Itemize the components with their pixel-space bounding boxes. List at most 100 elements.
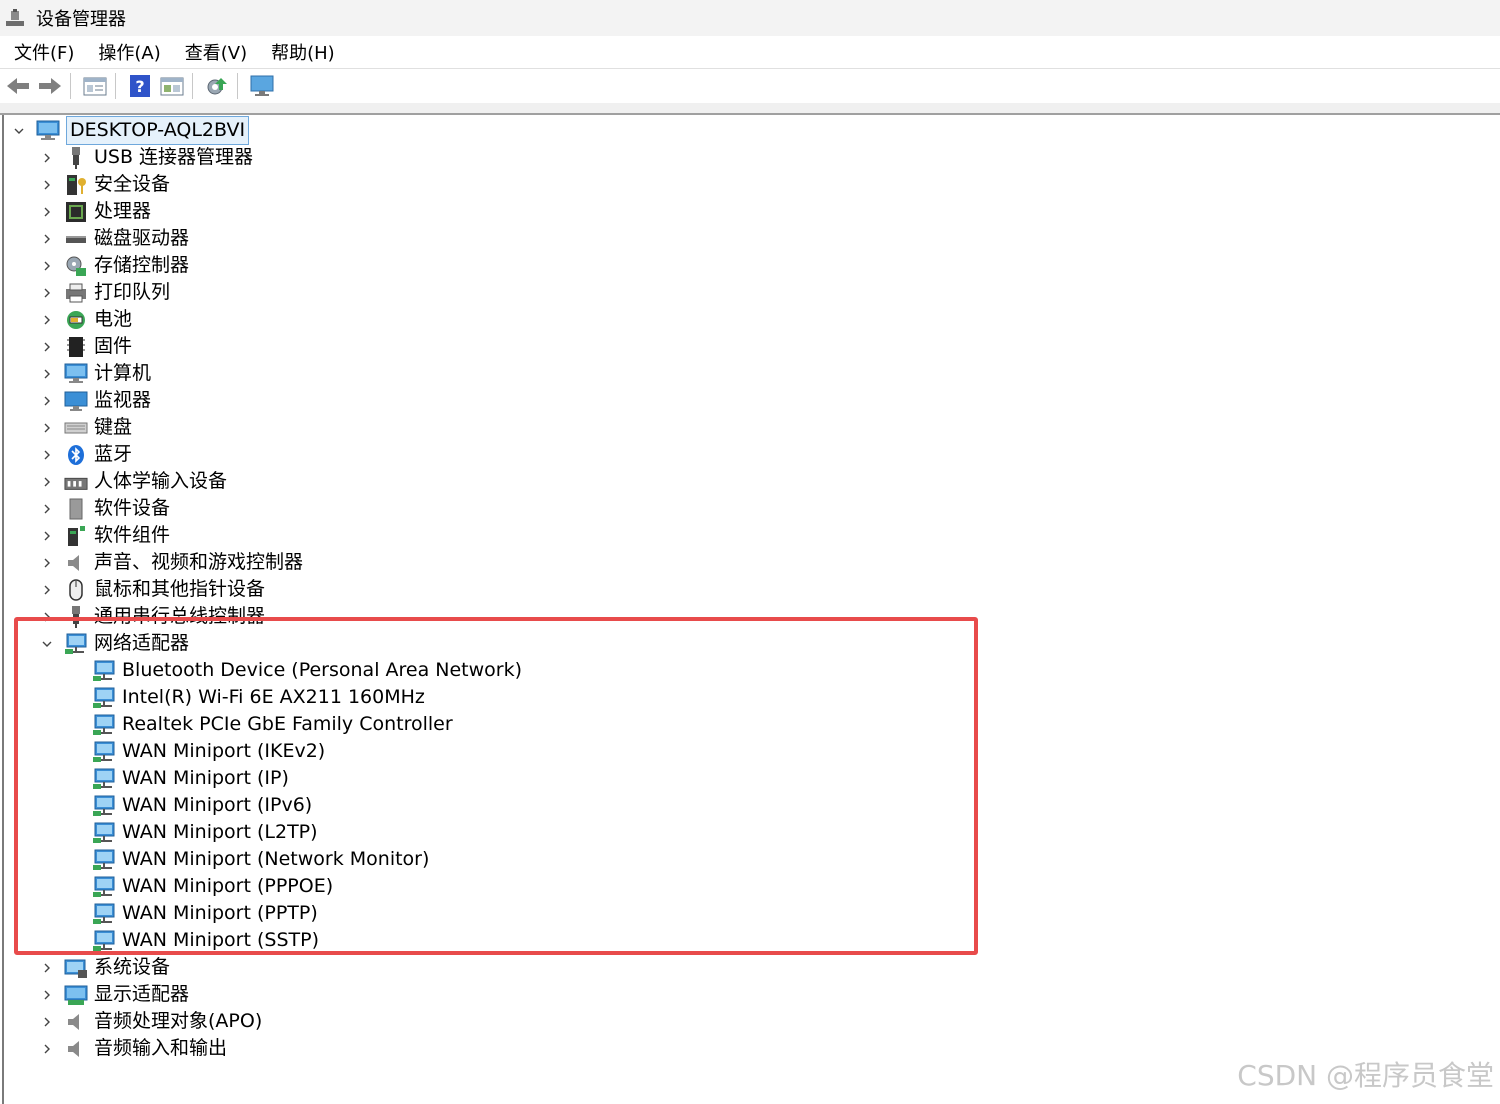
chevron-right-icon[interactable]: [38, 1040, 56, 1058]
category-computer[interactable]: 计算机: [38, 360, 151, 387]
chevron-right-icon[interactable]: [38, 149, 56, 167]
toolbar-divider: [0, 103, 1500, 115]
root-node-label: DESKTOP-AQL2BVI: [66, 116, 250, 145]
computer-icon: [64, 362, 88, 386]
category-monitor[interactable]: 监视器: [38, 387, 151, 414]
tree-item-label: 键盘: [94, 416, 133, 438]
chevron-right-icon[interactable]: [38, 527, 56, 545]
show-hide-button[interactable]: [158, 73, 186, 99]
category-software-device[interactable]: 软件设备: [38, 495, 170, 522]
category-sound[interactable]: 声音、视频和游戏控制器: [38, 549, 303, 576]
disk-drive-icon: [64, 227, 88, 251]
toolbar-separator: [192, 73, 193, 99]
menu-help[interactable]: 帮助(H): [271, 37, 335, 67]
mouse-icon: [64, 578, 88, 602]
chevron-right-icon[interactable]: [38, 581, 56, 599]
category-audio-apo[interactable]: 音频处理对象(APO): [38, 1008, 262, 1035]
chevron-right-icon[interactable]: [38, 230, 56, 248]
category-storage[interactable]: 存储控制器: [38, 252, 189, 279]
chevron-right-icon[interactable]: [38, 986, 56, 1004]
svg-text:?: ?: [135, 77, 144, 96]
forward-button[interactable]: [36, 73, 64, 99]
menu-view[interactable]: 查看(V): [185, 37, 247, 67]
help-button[interactable]: ?: [126, 73, 154, 99]
chevron-right-icon[interactable]: [38, 257, 56, 275]
software-device-icon: [64, 497, 88, 521]
tree-item-label: 电池: [94, 308, 133, 330]
window-title: 设备管理器: [36, 9, 126, 30]
tree-item-label: 声音、视频和游戏控制器: [94, 551, 304, 573]
tree-item-label: 人体学输入设备: [94, 470, 228, 492]
bluetooth-icon: [64, 443, 88, 467]
chevron-right-icon[interactable]: [38, 176, 56, 194]
tree-item-label: 蓝牙: [94, 443, 133, 465]
keyboard-icon: [64, 416, 88, 440]
toolbar-separator: [70, 73, 71, 99]
category-bluetooth[interactable]: 蓝牙: [38, 441, 132, 468]
chevron-right-icon[interactable]: [38, 554, 56, 572]
chevron-right-icon[interactable]: [38, 1013, 56, 1031]
category-battery[interactable]: 电池: [38, 306, 132, 333]
tree-item-label: 处理器: [94, 200, 152, 222]
show-hide-icon: [160, 77, 184, 96]
usb-icon: [64, 146, 88, 170]
tree-item-label: 软件组件: [94, 524, 171, 546]
category-security[interactable]: 安全设备: [38, 171, 170, 198]
tree-root-computer[interactable]: DESKTOP-AQL2BVI: [10, 116, 250, 145]
category-keyboard[interactable]: 键盘: [38, 414, 132, 441]
category-hid[interactable]: 人体学输入设备: [38, 468, 227, 495]
chevron-right-icon[interactable]: [38, 392, 56, 410]
menu-action[interactable]: 操作(A): [98, 37, 160, 67]
update-driver-icon: [207, 78, 227, 95]
menu-file[interactable]: 文件(F): [14, 37, 74, 67]
hid-icon: [64, 470, 88, 494]
menu-bar: 文件(F) 操作(A) 查看(V) 帮助(H): [0, 36, 1500, 69]
speaker-icon: [64, 1010, 88, 1034]
category-processor[interactable]: 处理器: [38, 198, 151, 225]
category-disk[interactable]: 磁盘驱动器: [38, 225, 189, 252]
category-print-queue[interactable]: 打印队列: [38, 279, 170, 306]
software-component-icon: [64, 524, 88, 548]
category-software-component[interactable]: 软件组件: [38, 522, 170, 549]
chevron-right-icon[interactable]: [38, 338, 56, 356]
chevron-right-icon[interactable]: [38, 365, 56, 383]
tree-item-label: 显示适配器: [94, 983, 190, 1005]
printer-icon: [64, 281, 88, 305]
tree-item-label: 固件: [94, 335, 133, 357]
chevron-right-icon[interactable]: [38, 446, 56, 464]
speaker-icon: [64, 1037, 88, 1061]
toolbar-separator: [237, 73, 238, 99]
chevron-down-icon[interactable]: [10, 122, 28, 140]
category-display[interactable]: 显示适配器: [38, 981, 189, 1008]
chevron-right-icon[interactable]: [38, 500, 56, 518]
tree-item-label: 音频输入和输出: [94, 1037, 228, 1059]
device-tree[interactable]: DESKTOP-AQL2BVI USB 连接器管理器 安全设备处理器磁盘驱动器 存储控…: [2, 115, 1500, 1104]
chevron-right-icon[interactable]: [38, 203, 56, 221]
monitor-icon: [64, 389, 88, 413]
tree-item-label: 安全设备: [94, 173, 171, 195]
battery-icon: [64, 308, 88, 332]
watermark: CSDN @程序员食堂: [1237, 1059, 1494, 1092]
tree-item-label: 鼠标和其他指针设备: [94, 578, 266, 600]
scan-hardware-button[interactable]: [248, 73, 276, 99]
display-adapter-icon: [64, 983, 88, 1007]
chevron-right-icon[interactable]: [38, 473, 56, 491]
properties-button[interactable]: [81, 73, 109, 99]
tree-item-label: 存储控制器: [94, 254, 190, 276]
chevron-right-icon[interactable]: [38, 284, 56, 302]
toolbar: ?: [0, 69, 1500, 103]
update-driver-button[interactable]: [203, 73, 231, 99]
tree-item-label: 软件设备: [94, 497, 171, 519]
category-mouse[interactable]: 鼠标和其他指针设备: [38, 576, 265, 603]
chevron-right-icon[interactable]: [38, 959, 56, 977]
category-audio-io[interactable]: 音频输入和输出: [38, 1035, 227, 1062]
category-usb-connector[interactable]: USB 连接器管理器: [38, 144, 253, 171]
chevron-right-icon[interactable]: [38, 311, 56, 329]
chevron-right-icon[interactable]: [38, 419, 56, 437]
speaker-icon: [64, 551, 88, 575]
processor-icon: [64, 200, 88, 224]
toolbar-separator: [115, 73, 116, 99]
category-firmware[interactable]: 固件: [38, 333, 132, 360]
category-system[interactable]: 系统设备: [38, 954, 170, 981]
back-button[interactable]: [4, 73, 32, 99]
